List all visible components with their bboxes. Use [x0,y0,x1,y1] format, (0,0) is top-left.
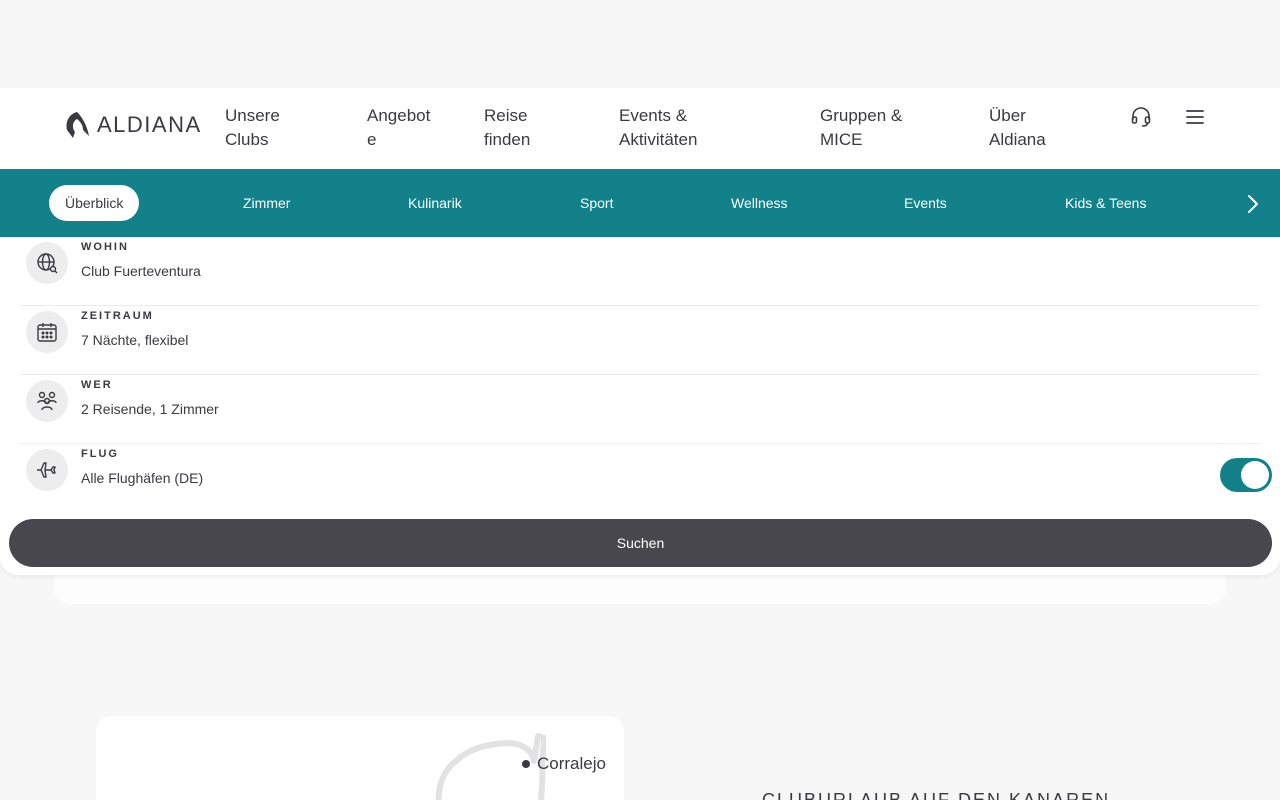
nav-angebote[interactable]: Angebot e [367,104,430,152]
tab-sport[interactable]: Sport [580,185,613,221]
nav-unsere-clubs[interactable]: Unsere Clubs [225,104,280,152]
map-place-label[interactable]: Corralejo [537,754,606,774]
row-icon-bg [26,242,68,284]
aldiana-logo-icon [66,112,89,138]
zeitraum-label: ZEITRAUM [81,310,154,322]
search-row-wer[interactable]: WER 2 Reisende, 1 Zimmer [20,375,1260,444]
tab-kids-teens[interactable]: Kids & Teens [1065,185,1146,221]
search-button[interactable]: Suchen [9,519,1272,567]
logo-text: ALDIANA [97,112,202,137]
section-tab-bar: Überblick Zimmer Kulinarik Sport Wellnes… [0,169,1280,237]
row-icon-bg [26,380,68,422]
tab-kulinarik[interactable]: Kulinarik [408,185,462,221]
search-row-zeitraum[interactable]: ZEITRAUM 7 Nächte, flexibel [20,306,1260,375]
globe-search-icon [37,253,58,274]
calendar-icon [37,323,57,342]
chevron-right-icon[interactable] [1246,193,1260,215]
flug-label: FLUG [81,448,119,460]
aldiana-logo[interactable]: ALDIANA [63,110,202,140]
airplane-icon [37,462,56,478]
row-icon-bg [26,449,68,491]
search-row-flug[interactable]: FLUG Alle Flughäfen (DE) [20,444,1272,513]
tab-ueberblick[interactable]: Überblick [49,185,140,221]
wohin-value: Club Fuerteventura [81,263,201,279]
tab-events[interactable]: Events [904,185,947,221]
people-icon [37,391,57,411]
zeitraum-value: 7 Nächte, flexibel [81,332,189,348]
tab-zimmer[interactable]: Zimmer [243,185,290,221]
page: ALDIANA Unsere Clubs Angebot e Reise fin… [0,0,1280,800]
nav-events-aktivitaeten[interactable]: Events & Aktivitäten [619,104,697,152]
toggle-knob [1241,461,1269,489]
wer-value: 2 Reisende, 1 Zimmer [81,401,219,417]
wohin-label: WOHIN [81,241,129,253]
section-heading: CLUBURLAUB AUF DEN KANAREN [762,790,1111,800]
tab-wellness[interactable]: Wellness [731,185,788,221]
search-panel: WOHIN Club Fuerteventura ZEITRAUM 7 Näch… [0,237,1280,575]
headset-icon[interactable] [1130,106,1152,128]
nav-reise-finden[interactable]: Reise finden [484,104,530,152]
nav-gruppen-mice[interactable]: Gruppen & MICE [820,104,902,152]
location-dot-icon [522,760,530,768]
menu-icon[interactable] [1184,106,1206,128]
search-row-wohin[interactable]: WOHIN Club Fuerteventura [20,237,1260,306]
flug-value: Alle Flughäfen (DE) [81,470,204,486]
row-icon-bg [26,311,68,353]
site-header: ALDIANA Unsere Clubs Angebot e Reise fin… [0,88,1280,169]
nav-ueber-aldiana[interactable]: Über Aldiana [989,104,1046,152]
island-map-card: Corralejo [96,716,624,800]
flight-toggle[interactable] [1220,458,1272,492]
wer-label: WER [81,379,113,391]
